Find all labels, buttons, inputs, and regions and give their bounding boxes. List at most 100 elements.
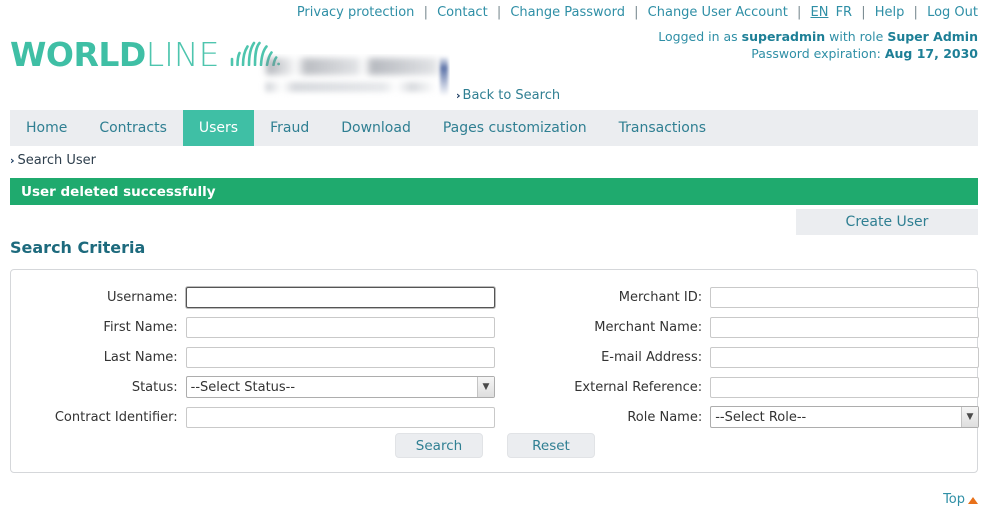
password-expiration-date: Aug 17, 2030 <box>884 46 978 61</box>
utility-separator: | <box>423 5 428 20</box>
nav-label: Fraud <box>270 120 310 136</box>
redacted-line-primary <box>264 58 444 75</box>
logged-in-line: Logged in as superadmin with role Super … <box>658 28 978 45</box>
redacted-line-secondary <box>264 82 444 92</box>
nav-label: Pages customization <box>442 120 587 136</box>
worldline-logo[interactable]: WORLD LINE <box>10 35 281 74</box>
username-input[interactable] <box>185 286 495 308</box>
logged-in-username: superadmin <box>741 29 826 44</box>
password-expiration-line: Password expiration: Aug 17, 2030 <box>658 45 978 62</box>
redacted-account-block <box>258 54 450 106</box>
role-name-label: Role Name: <box>627 409 703 425</box>
field-row-merchant-name: Merchant Name: <box>495 312 979 342</box>
logged-in-role-prefix: with role <box>825 29 888 44</box>
success-banner-message: User deleted successfully <box>21 183 216 200</box>
field-row-contract-identifier: Contract Identifier: <box>11 402 495 432</box>
field-row-external-reference: External Reference: <box>495 372 979 402</box>
logout-link[interactable]: Log Out <box>927 5 978 20</box>
field-row-username: Username: <box>11 282 495 312</box>
last-name-label: Last Name: <box>103 349 178 365</box>
back-to-top-label: Top <box>943 492 965 507</box>
external-reference-input[interactable] <box>710 376 979 398</box>
contract-identifier-label: Contract Identifier: <box>54 409 178 425</box>
success-banner: User deleted successfully <box>10 178 978 205</box>
merchant-name-input[interactable] <box>710 316 979 338</box>
first-name-input[interactable] <box>185 316 495 338</box>
nav-item-fraud[interactable]: Fraud <box>254 110 325 146</box>
language-en-link[interactable]: EN <box>810 5 828 20</box>
nav-item-transactions[interactable]: Transactions <box>603 110 722 146</box>
chevron-down-icon: ▼ <box>477 377 494 397</box>
external-reference-label: External Reference: <box>574 379 703 395</box>
logged-in-prefix: Logged in as <box>658 29 742 44</box>
breadcrumb: › Search User <box>10 153 96 168</box>
chevron-right-icon: › <box>456 89 461 102</box>
logo-text-bold: WORLD <box>10 35 146 74</box>
username-label: Username: <box>106 289 178 305</box>
nav-label: Download <box>341 120 411 136</box>
utility-separator: | <box>913 5 918 20</box>
status-label: Status: <box>131 379 178 395</box>
search-criteria-panel: Username: First Name: Last Name: Status:… <box>10 269 979 473</box>
session-info: Logged in as superadmin with role Super … <box>658 28 978 62</box>
change-user-account-link[interactable]: Change User Account <box>648 5 788 20</box>
create-user-button[interactable]: Create User <box>796 209 978 235</box>
criteria-column-right: Merchant ID: Merchant Name: E-mail Addre… <box>495 282 979 432</box>
role-name-select-value: --Select Role-- <box>715 409 807 425</box>
back-to-top-link[interactable]: Top <box>943 492 978 507</box>
contact-link[interactable]: Contact <box>437 5 488 20</box>
status-select[interactable]: --Select Status-- ▼ <box>185 376 495 398</box>
nav-item-contracts[interactable]: Contracts <box>83 110 183 146</box>
worldline-fan-icon <box>228 40 281 70</box>
utility-bar: Privacy protection | Contact | Change Pa… <box>0 0 992 26</box>
nav-item-home[interactable]: Home <box>10 110 83 146</box>
email-address-label: E-mail Address: <box>601 349 703 365</box>
search-button[interactable]: Search <box>395 433 483 458</box>
language-fr-link[interactable]: FR <box>836 5 853 20</box>
role-name-select[interactable]: --Select Role-- ▼ <box>710 406 979 428</box>
utility-separator: | <box>861 5 866 20</box>
field-row-first-name: First Name: <box>11 312 495 342</box>
field-row-merchant-id: Merchant ID: <box>495 282 979 312</box>
field-row-role-name: Role Name: --Select Role-- ▼ <box>495 402 979 432</box>
nav-label: Home <box>26 120 68 136</box>
last-name-input[interactable] <box>185 346 495 368</box>
nav-item-users[interactable]: Users <box>182 110 255 146</box>
merchant-id-label: Merchant ID: <box>618 289 703 305</box>
field-row-status: Status: --Select Status-- ▼ <box>11 372 495 402</box>
nav-item-download[interactable]: Download <box>325 110 427 146</box>
utility-separator: | <box>496 5 502 20</box>
field-row-email-address: E-mail Address: <box>495 342 979 372</box>
triangle-up-icon <box>968 497 978 504</box>
first-name-label: First Name: <box>103 319 178 335</box>
reset-button[interactable]: Reset <box>507 433 595 458</box>
chevron-right-icon: › <box>10 154 15 167</box>
back-to-search-label: Back to Search <box>462 88 561 103</box>
merchant-name-label: Merchant Name: <box>594 319 703 335</box>
utility-separator: | <box>634 5 639 20</box>
chevron-down-icon: ▼ <box>961 407 978 427</box>
main-navigation: Home Contracts Users Fraud Download Page… <box>10 110 978 146</box>
redacted-edge-artifact <box>440 56 448 96</box>
page-title: Search Criteria <box>10 238 146 257</box>
privacy-protection-link[interactable]: Privacy protection <box>297 5 415 20</box>
field-row-last-name: Last Name: <box>11 342 495 372</box>
back-to-search-link[interactable]: › Back to Search <box>456 88 560 103</box>
help-link[interactable]: Help <box>875 5 905 20</box>
form-actions: Search Reset <box>11 433 979 458</box>
breadcrumb-label: Search User <box>17 153 96 168</box>
logged-in-role: Super Admin <box>887 29 978 44</box>
nav-item-pages-customization[interactable]: Pages customization <box>427 110 603 146</box>
nav-label: Transactions <box>618 120 707 136</box>
utility-separator: | <box>796 5 802 20</box>
logo-text-light: LINE <box>145 35 220 74</box>
criteria-column-left: Username: First Name: Last Name: Status:… <box>11 282 495 432</box>
nav-label: Contracts <box>99 120 167 136</box>
contract-identifier-input[interactable] <box>185 406 495 428</box>
status-select-value: --Select Status-- <box>190 379 296 395</box>
change-password-link[interactable]: Change Password <box>510 5 625 20</box>
merchant-id-input[interactable] <box>710 286 979 308</box>
nav-label: Users <box>198 120 239 136</box>
password-expiration-prefix: Password expiration: <box>751 46 885 61</box>
email-address-input[interactable] <box>710 346 979 368</box>
